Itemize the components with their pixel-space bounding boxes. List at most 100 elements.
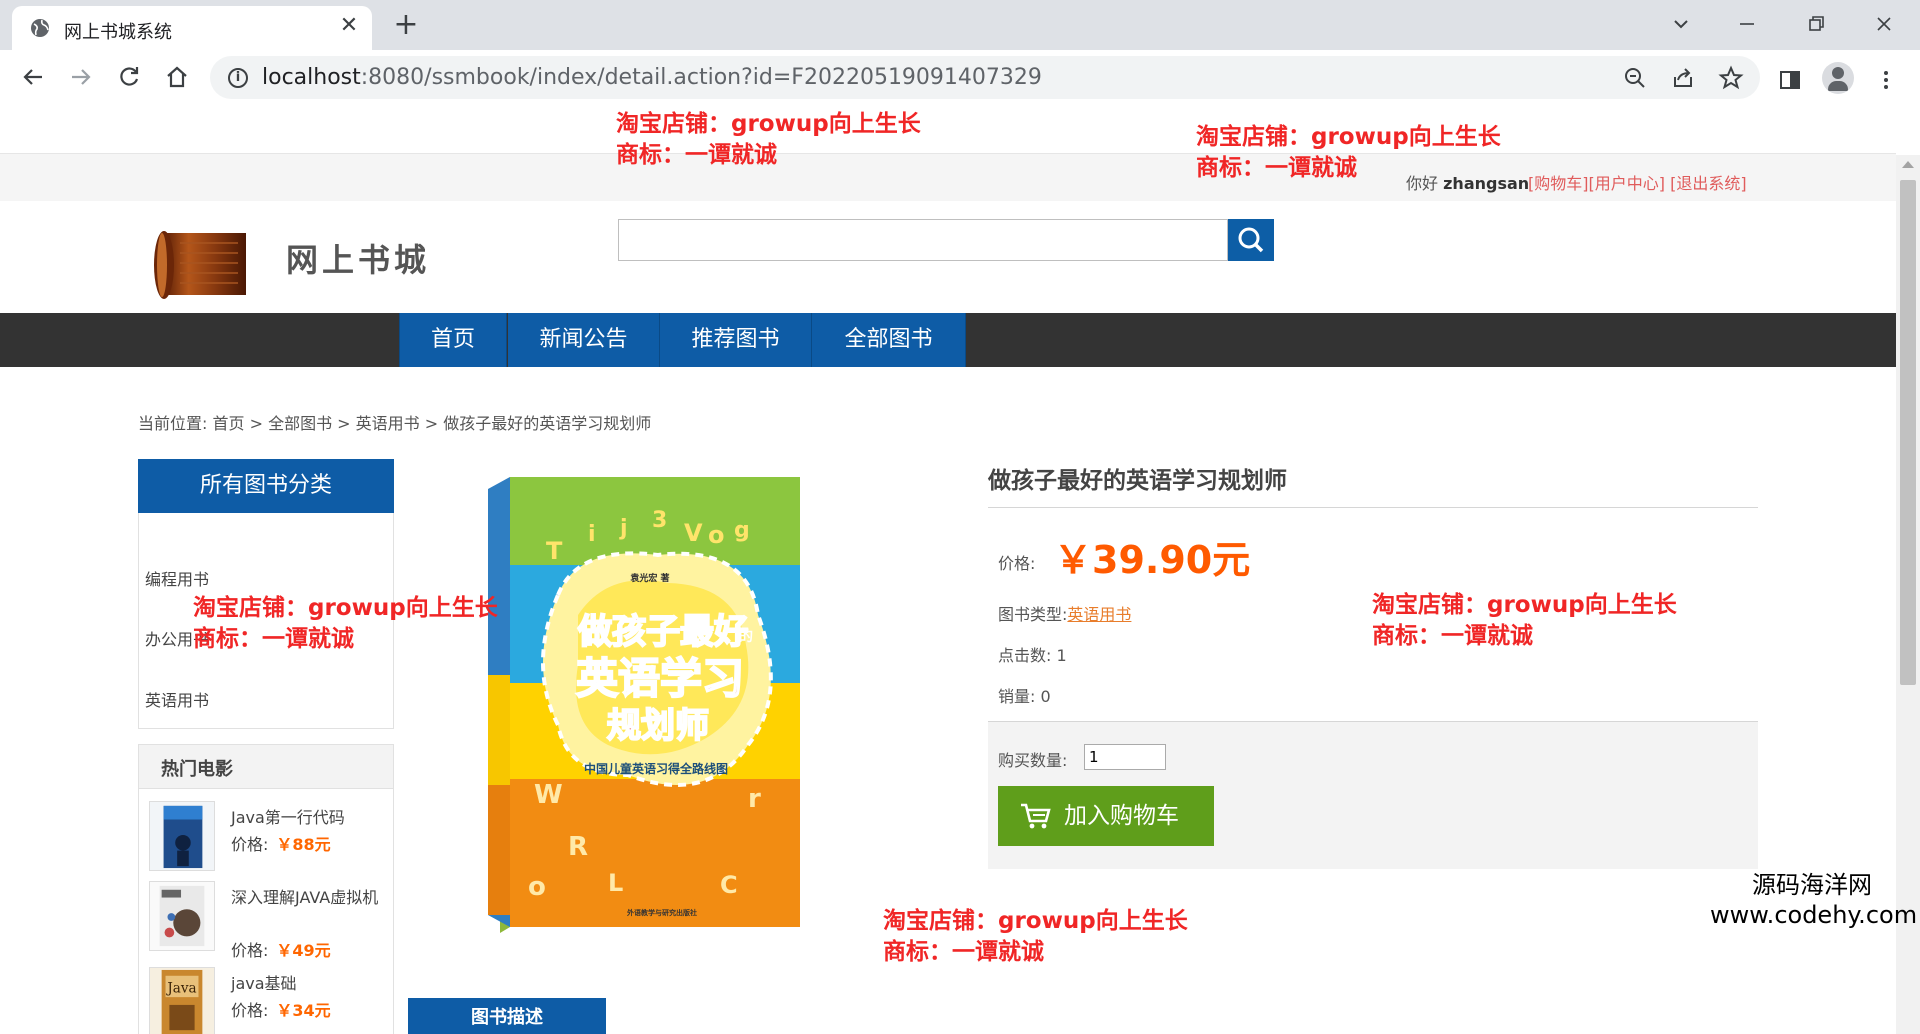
hot-header: 热门电影 — [139, 745, 393, 789]
browser-toolbar: i localhost:8080/ssmbook/index/detail.ac… — [0, 50, 1920, 105]
info-icon[interactable]: i — [228, 68, 248, 88]
add-to-cart-button[interactable]: 加入购物车 — [998, 786, 1214, 846]
profile-icon[interactable] — [1822, 62, 1854, 94]
sales-value: 0 — [1040, 687, 1051, 706]
new-tab-button[interactable]: + — [392, 10, 420, 40]
svg-text:o: o — [708, 521, 725, 549]
product-price: ￥39.90元 — [1054, 538, 1251, 582]
logout-link[interactable]: [退出系统] — [1670, 174, 1747, 193]
svg-text:i: i — [588, 522, 596, 547]
breadcrumb-sep: > — [332, 414, 356, 433]
category-programming[interactable]: 编程用书 — [145, 566, 209, 590]
purchase-box: 购买数量: 1 加入购物车 — [988, 721, 1758, 869]
breadcrumb-all-books[interactable]: 全部图书 — [268, 414, 332, 433]
url-text[interactable]: localhost:8080/ssmbook/index/detail.acti… — [262, 65, 1042, 90]
menu-icon[interactable] — [1872, 66, 1900, 94]
breadcrumb-sep: > — [244, 414, 269, 433]
book-cover-image[interactable]: ij3Vog ToRL CrW 做孩子最好 的 英语学习 规划师 中国儿童英语习得… — [488, 475, 804, 935]
cart-icon — [1021, 803, 1051, 829]
svg-text:Java: Java — [165, 980, 196, 996]
scroll-up-arrow-icon[interactable] — [1902, 161, 1914, 168]
type-link[interactable]: 英语用书 — [1067, 605, 1131, 624]
hot-item-name[interactable]: 深入理解JAVA虚拟机 — [231, 885, 381, 911]
browser-tab[interactable]: 网上书城系统 ✕ — [12, 6, 372, 50]
zoom-icon[interactable] — [1622, 65, 1648, 91]
sidepanel-icon[interactable] — [1776, 66, 1804, 94]
clicks-row: 点击数: 1 — [998, 646, 1067, 665]
nav-home[interactable]: 首页 — [399, 313, 507, 367]
breadcrumb-category[interactable]: 英语用书 — [356, 414, 420, 433]
product-title: 做孩子最好的英语学习规划师 — [988, 468, 1287, 494]
home-icon[interactable] — [160, 60, 194, 94]
hot-item-name[interactable]: java基础 — [231, 971, 381, 997]
hot-items-box: 热门电影 Java第一行代码 价格: ￥88元 深入理解JAVA虚拟机 价格: ￥4… — [138, 744, 394, 1034]
svg-text:W: W — [534, 780, 563, 810]
book-cover-thumbnail[interactable] — [149, 881, 215, 951]
category-english[interactable]: 英语用书 — [145, 687, 209, 711]
hot-item-price-row: 价格: ￥88元 — [231, 835, 331, 854]
share-icon[interactable] — [1670, 65, 1696, 91]
hot-item-price-row: 价格: ￥49元 — [231, 941, 331, 960]
search-button[interactable] — [1228, 219, 1274, 261]
breadcrumb-home[interactable]: 首页 — [212, 414, 244, 433]
cart-link[interactable]: [购物车] — [1528, 174, 1589, 193]
watermark: 淘宝店铺：growup向上生长 商标：一谭就诚 — [883, 908, 1188, 965]
breadcrumb-current: 做孩子最好的英语学习规划师 — [443, 414, 652, 433]
search-icon — [1238, 227, 1264, 253]
watermark: 淘宝店铺：growup向上生长 商标：一谭就诚 — [1372, 592, 1677, 649]
tab-title: 网上书城系统 — [64, 22, 172, 43]
address-bar[interactable]: i localhost:8080/ssmbook/index/detail.ac… — [210, 56, 1760, 99]
user-bar: 你好 zhangsan [购物车][用户中心] [退出系统] — [0, 153, 1896, 201]
cover-title-line1: 做孩子最好 — [577, 612, 748, 652]
close-window-icon[interactable] — [1868, 8, 1900, 40]
url-path: :8080/ssmbook/index/detail.action?id=F20… — [360, 65, 1042, 90]
tab-close-icon[interactable]: ✕ — [338, 15, 360, 37]
back-icon[interactable] — [16, 60, 50, 94]
star-icon[interactable] — [1718, 65, 1744, 91]
tab-search-chevron-icon[interactable] — [1665, 8, 1697, 40]
browser-tab-strip: 网上书城系统 ✕ + — [0, 0, 1920, 50]
hot-item-price: ￥34元 — [276, 1001, 331, 1020]
breadcrumb-prefix: 当前位置: — [138, 414, 213, 433]
nav-all-books[interactable]: 全部图书 — [812, 313, 966, 367]
restore-icon[interactable] — [1800, 8, 1832, 40]
svg-text:g: g — [734, 518, 750, 543]
nav-news[interactable]: 新闻公告 — [508, 313, 660, 367]
breadcrumb: 当前位置: 首页 > 全部图书 > 英语用书 > 做孩子最好的英语学习规划师 — [138, 410, 651, 434]
sales-row: 销量: 0 — [998, 687, 1051, 706]
url-host: localhost — [262, 65, 361, 90]
user-links: [购物车][用户中心] [退出系统] — [1528, 170, 1747, 194]
minimize-icon[interactable] — [1731, 8, 1763, 40]
tab-description[interactable]: 图书描述 — [408, 998, 606, 1034]
divider — [988, 507, 1758, 508]
cover-title-line3: 规划师 — [607, 706, 709, 746]
breadcrumb-sep: > — [419, 414, 444, 433]
search-input[interactable] — [618, 219, 1228, 261]
reload-icon[interactable] — [112, 60, 146, 94]
hot-item-price: ￥88元 — [276, 835, 331, 854]
web-page: 你好 zhangsan [购物车][用户中心] [退出系统] 网上书城 首页 新… — [0, 105, 1896, 1034]
globe-icon — [31, 19, 49, 37]
svg-text:T: T — [546, 537, 563, 565]
nav-recommended[interactable]: 推荐图书 — [660, 313, 812, 367]
forward-icon[interactable] — [64, 60, 98, 94]
book-cover-thumbnail[interactable]: Java — [149, 967, 215, 1034]
cover-title-small: 的 — [739, 628, 753, 645]
user-center-link[interactable]: [用户中心] — [1589, 174, 1666, 193]
watermark: 淘宝店铺：growup向上生长 商标：一谭就诚 — [616, 111, 921, 168]
cover-title-line2: 英语学习 — [576, 654, 744, 703]
add-to-cart-label: 加入购物车 — [1064, 803, 1179, 829]
corner-watermark: 源码海洋网 www.codehy.com — [1710, 871, 1918, 929]
book-cover-thumbnail[interactable] — [149, 801, 215, 871]
type-label: 图书类型: — [998, 605, 1068, 624]
quantity-input[interactable]: 1 — [1084, 744, 1166, 770]
cover-author: 袁光宏 著 — [629, 572, 669, 584]
svg-text:3: 3 — [652, 508, 667, 533]
svg-text:L: L — [608, 869, 623, 897]
clicks-value: 1 — [1056, 646, 1067, 665]
site-title: 网上书城 — [286, 241, 431, 279]
svg-text:j: j — [619, 516, 628, 541]
hot-item-name[interactable]: Java第一行代码 — [231, 805, 381, 831]
scrollbar-thumb[interactable] — [1900, 180, 1916, 685]
site-logo[interactable] — [150, 229, 250, 301]
